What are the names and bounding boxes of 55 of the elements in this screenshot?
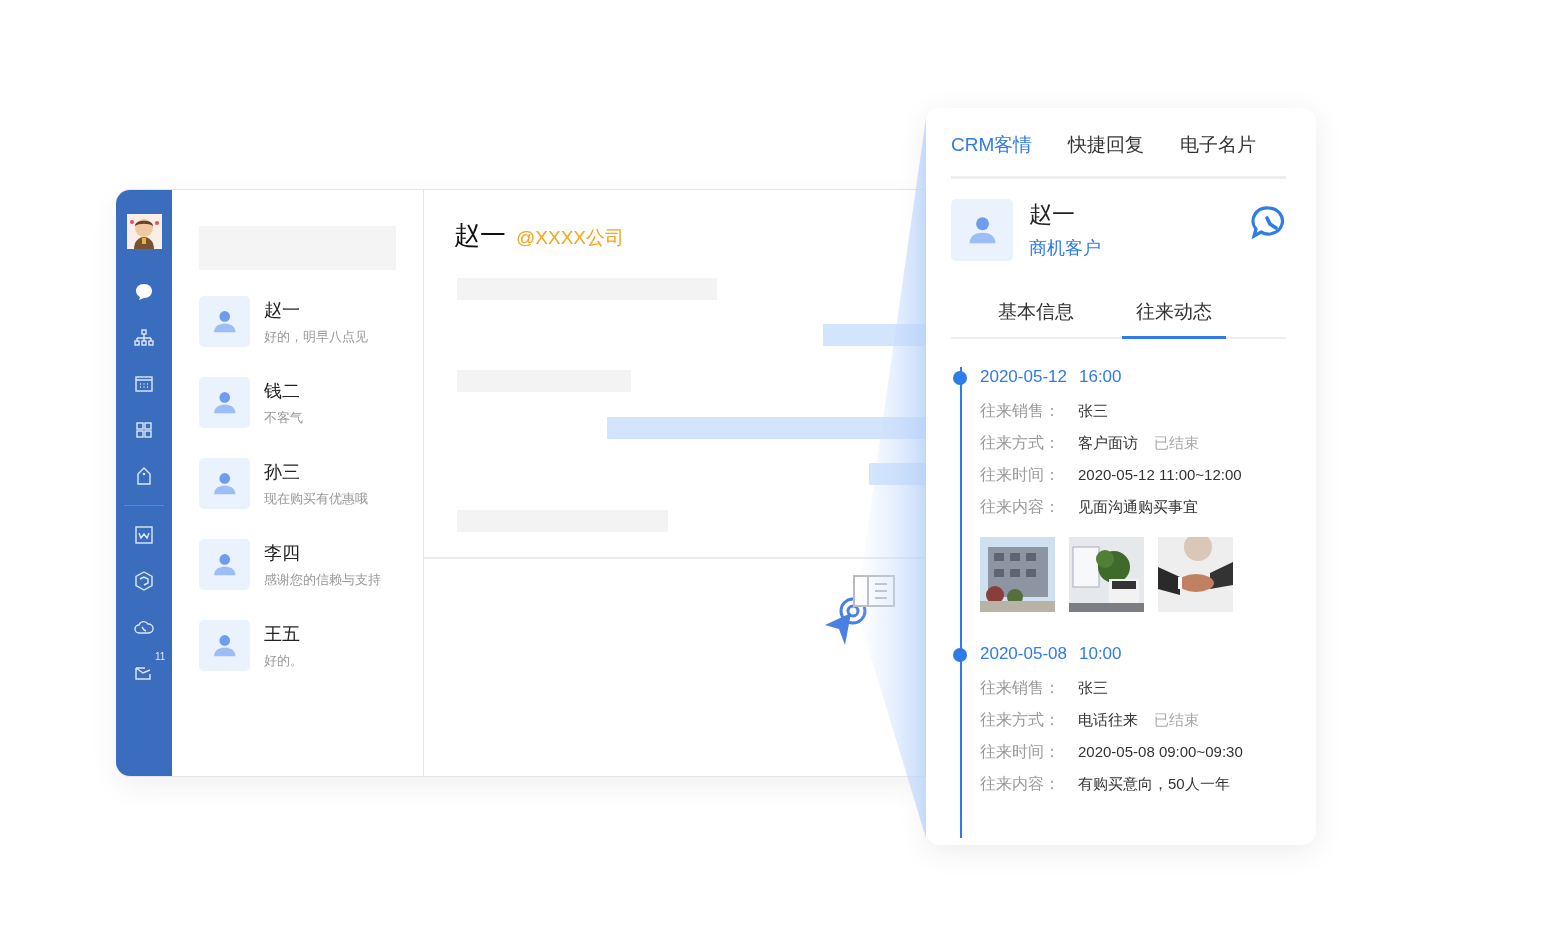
chat-bubble-icon[interactable] bbox=[134, 282, 154, 302]
field-label: 往来内容： bbox=[980, 774, 1061, 794]
org-chart-icon[interactable] bbox=[134, 328, 154, 348]
hexagon-icon[interactable] bbox=[134, 571, 154, 591]
field-label: 往来内容： bbox=[980, 497, 1061, 517]
message-preview: 不客气 bbox=[264, 409, 303, 427]
contact-name[interactable]: 孙三 bbox=[264, 460, 368, 484]
field-value: 张三 bbox=[1078, 679, 1108, 698]
entry-time: 16:00 bbox=[1078, 367, 1122, 387]
detail-tab[interactable]: 基本信息 bbox=[976, 299, 1096, 339]
grid-icon[interactable] bbox=[134, 420, 154, 440]
message-preview: 现在购买有优惠哦 bbox=[264, 490, 368, 508]
status-text: 已结束 bbox=[1154, 711, 1199, 730]
contact-name[interactable]: 李四 bbox=[264, 541, 381, 565]
contact-name[interactable]: 钱二 bbox=[264, 379, 303, 403]
document-icon[interactable] bbox=[134, 525, 154, 545]
phone-chat-icon[interactable] bbox=[1250, 205, 1286, 239]
field-value: 张三 bbox=[1078, 402, 1108, 421]
field-label: 往来销售： bbox=[980, 401, 1061, 421]
person-icon bbox=[211, 390, 238, 415]
calendar-icon[interactable] bbox=[134, 374, 154, 394]
message-preview: 感谢您的信赖与支持 bbox=[264, 571, 381, 589]
panel-tab[interactable]: 电子名片 bbox=[1180, 132, 1257, 158]
message-preview: 好的。 bbox=[264, 652, 303, 670]
contact-name[interactable]: 王五 bbox=[264, 622, 303, 646]
status-text: 已结束 bbox=[1154, 434, 1199, 453]
panel-tab[interactable]: CRM客情 bbox=[951, 132, 1033, 158]
contact-name[interactable]: 赵一 bbox=[264, 298, 368, 322]
chat-title: 赵一 bbox=[454, 219, 506, 252]
detail-tab[interactable]: 往来动态 bbox=[1122, 299, 1226, 339]
field-label: 往来时间： bbox=[980, 465, 1061, 485]
field-value: 电话往来 bbox=[1078, 711, 1138, 730]
person-icon bbox=[211, 309, 238, 334]
field-value: 有购买意向，50人一年 bbox=[1078, 775, 1230, 794]
panel-tab[interactable]: 快捷回复 bbox=[1068, 132, 1145, 158]
customer-type: 商机客户 bbox=[1029, 237, 1102, 260]
tag-icon[interactable] bbox=[134, 466, 154, 486]
entry-date: 2020-05-08 bbox=[980, 644, 1067, 664]
entry-time: 10:00 bbox=[1078, 644, 1122, 664]
company-name: @XXXX公司 bbox=[516, 226, 624, 250]
entry-date: 2020-05-12 bbox=[980, 367, 1067, 387]
person-icon bbox=[211, 633, 238, 658]
field-label: 往来时间： bbox=[980, 742, 1061, 762]
field-label: 往来销售： bbox=[980, 678, 1061, 698]
field-value: 2020-05-08 09:00~09:30 bbox=[1078, 743, 1243, 760]
field-value: 2020-05-12 11:00~12:00 bbox=[1078, 466, 1242, 483]
field-label: 往来方式： bbox=[980, 710, 1061, 730]
message-preview: 好的，明早八点见 bbox=[264, 328, 368, 346]
field-value: 客户面访 bbox=[1078, 434, 1138, 453]
field-label: 往来方式： bbox=[980, 433, 1061, 453]
person-icon bbox=[211, 471, 238, 496]
customer-name: 赵一 bbox=[1029, 200, 1076, 229]
field-value: 见面沟通购买事宜 bbox=[1078, 498, 1198, 517]
person-icon bbox=[211, 552, 238, 577]
unread-count: 11 bbox=[155, 651, 166, 662]
